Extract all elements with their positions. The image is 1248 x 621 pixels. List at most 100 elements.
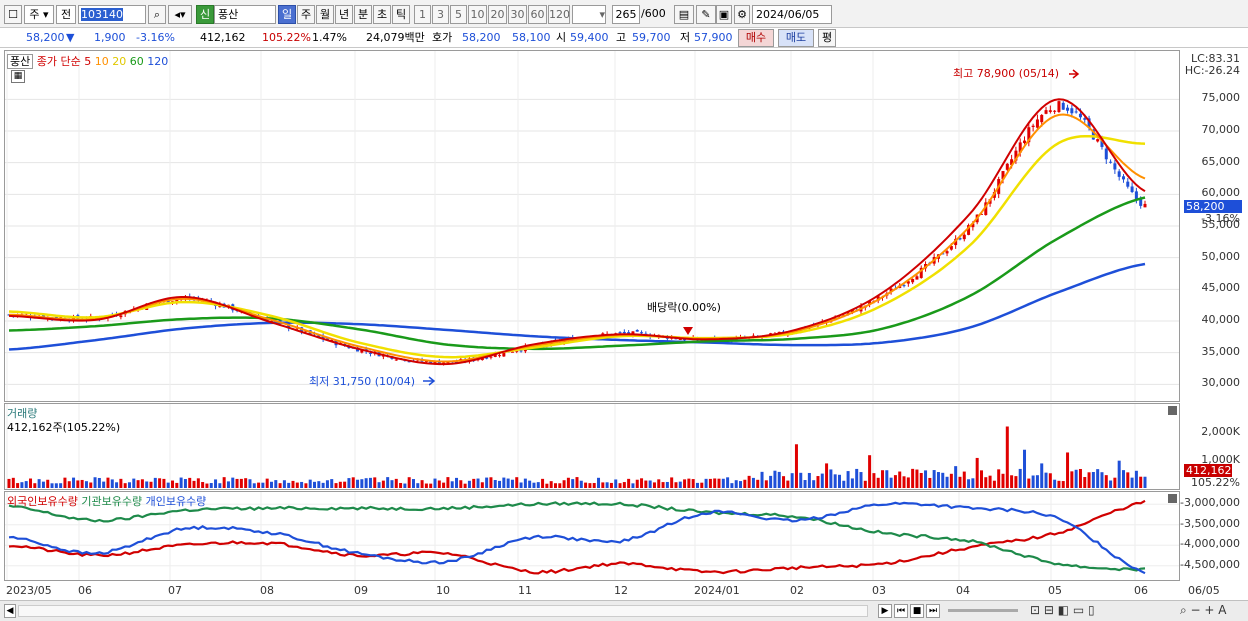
volume-bar [1074,469,1078,488]
code-input[interactable]: 103140 [78,5,146,24]
interval-120[interactable]: 120 [548,5,570,24]
volume-bar [924,470,928,488]
volume-bar [136,480,140,488]
magnifier-icon[interactable]: ⌕ − + A [1180,603,1226,618]
volume-bar [72,477,76,488]
dividend-marker-icon [683,327,693,335]
grid-icon[interactable]: ▦ [11,70,25,83]
stock-name-field[interactable]: 풍산 [214,5,276,24]
price-panel: 풍산 종가 단순 5 10 20 60 120 ▦ 최고 78,900 (05/… [4,50,1180,402]
draw-tool-icon[interactable]: ✎ [696,5,716,24]
x-tick-label: 2024/01 [694,584,740,597]
volume-bar [330,479,334,488]
stock-tag-badge: 신 [196,5,214,24]
price-tag-pct: -3.16% [1201,212,1240,225]
interval-30[interactable]: 30 [508,5,527,24]
volume-bar [683,479,687,488]
timeframe-1[interactable]: 주 [297,5,315,24]
buy-button[interactable]: 매수 [738,29,774,47]
price-tick-label: 70,000 [1201,123,1241,136]
volume-bar [687,478,691,488]
timeframe-6[interactable]: 틱 [392,5,410,24]
candle-type-icon[interactable]: ▤ [674,5,694,24]
volume-bar [179,477,183,488]
volume-bar [325,480,329,488]
x-tick-label: 03 [872,584,886,597]
volume-bar [24,481,28,488]
volume-bar [919,472,923,488]
volume-bar [231,477,235,488]
zoom-slider[interactable] [948,609,1018,612]
volume-bar [394,478,398,488]
ask-value: 58,200 [462,31,501,44]
volume-bar [863,480,867,488]
volume-bar [433,478,437,488]
volume-bar [790,473,794,488]
timeframe-3[interactable]: 년 [335,5,353,24]
scroll-left-icon[interactable]: ◀ [4,604,16,618]
timeframe-4[interactable]: 분 [354,5,372,24]
speaker-icon[interactable]: ◂▾ [168,5,192,24]
candle-body [1134,191,1138,200]
volume-bar [127,482,131,488]
interval-60[interactable]: 60 [528,5,547,24]
volume-bar [670,477,674,488]
panel-close-icon[interactable] [1168,494,1177,503]
play-icon[interactable]: ▶ [878,604,892,618]
timeframe-0[interactable]: 일 [278,5,296,24]
volume-bar [553,483,557,488]
zoom-tools-icon[interactable]: ⊡ ⊟ ◧ ▭ ▯ [1030,603,1095,617]
low-annotation: 최저 31,750 (10/04) [309,375,416,388]
volume-bar [1113,477,1117,488]
volume-bar [46,479,50,488]
volume-bar [59,483,63,488]
candle-body [1078,113,1082,118]
sell-button[interactable]: 매도 [778,29,814,47]
volume-bar [1083,477,1087,488]
volume-bar [498,480,502,488]
timeframe-2[interactable]: 월 [316,5,334,24]
volume-bar [700,482,704,488]
timeframe-5[interactable]: 초 [373,5,391,24]
volume-bar [407,477,411,488]
interval-3[interactable]: 3 [432,5,449,24]
stop-icon[interactable]: ■ [910,604,924,618]
volume-bar [777,471,781,488]
search-icon[interactable]: ⌕ [148,5,166,24]
eval-button[interactable]: 평 [818,29,836,47]
volume-bar [166,482,170,488]
interval-1[interactable]: 1 [414,5,431,24]
save-icon[interactable]: ▣ [716,5,732,24]
menu-icon[interactable]: ☐ [4,5,22,24]
volume-bar [678,481,682,488]
date-input[interactable]: 2024/06/05 [752,5,832,24]
volume-bar [906,477,910,488]
interval-custom-select[interactable]: ▾ [572,5,606,24]
count-input[interactable]: 265 [612,5,640,24]
legend-individual: 개인보유수량 [145,495,207,508]
volume-bar [287,482,291,488]
volume-bar [149,481,153,488]
panel-close-icon[interactable] [1168,406,1177,415]
interval-20[interactable]: 20 [488,5,507,24]
scrollbar-track[interactable] [18,605,868,617]
volume-bar [588,483,592,488]
volume-bar [751,477,755,488]
gear-icon[interactable]: ⚙ [734,5,750,24]
volume-bar [265,478,269,488]
forward-icon[interactable]: ⏭ [926,604,940,618]
candle-body [1143,203,1147,208]
change-pct: -3.16% [136,31,175,44]
volume-bar [1048,473,1052,488]
period-label[interactable]: 전 [56,5,76,24]
interval-5[interactable]: 5 [450,5,467,24]
volume-bar [799,472,803,488]
price-tick-label: 65,000 [1201,154,1241,168]
rewind-icon[interactable]: ⏮ [894,604,908,618]
ma-line-20 [8,134,1146,359]
interval-10[interactable]: 10 [468,5,487,24]
market-select[interactable]: 주 ▾ [24,5,54,24]
volume-bar [932,470,936,488]
volume-bar [829,469,833,488]
volume-bar [769,475,773,488]
